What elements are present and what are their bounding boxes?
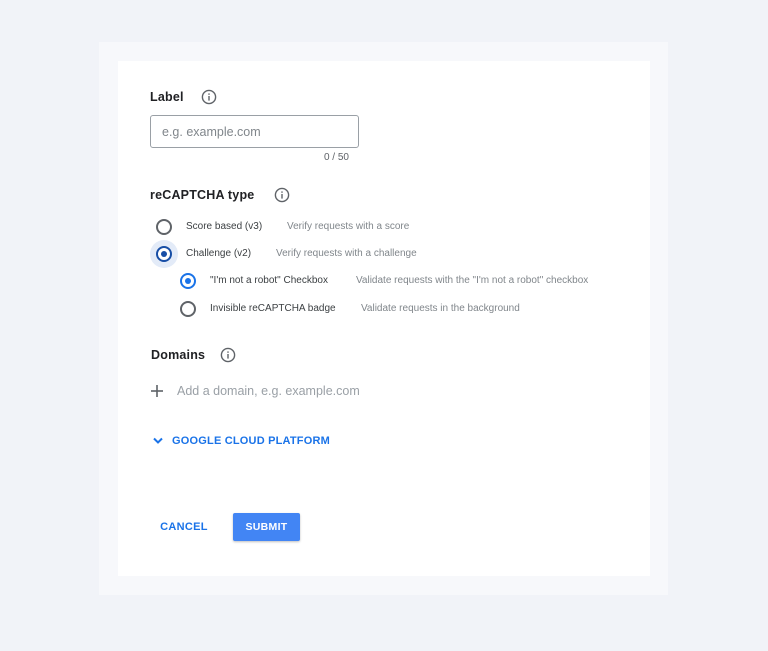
domains-title: Domains — [151, 348, 206, 362]
radio-option-label: Invisible reCAPTCHA badge — [210, 303, 336, 314]
radio-option-description: Validate requests with the "I'm not a ro… — [356, 275, 589, 286]
radio-option-description: Verify requests with a challenge — [276, 248, 417, 259]
radio-option-label: Score based (v3) — [186, 221, 263, 232]
radio-button[interactable] — [180, 301, 196, 317]
plus-icon[interactable] — [150, 384, 164, 398]
label-input[interactable] — [150, 115, 359, 148]
add-domain-placeholder[interactable]: Add a domain, e.g. example.com — [177, 384, 360, 398]
recaptcha-type-title: reCAPTCHA type — [150, 188, 255, 202]
radio-button[interactable] — [180, 273, 196, 289]
submit-button[interactable]: SUBMIT — [233, 513, 300, 541]
radio-option-label: "I'm not a robot" Checkbox — [210, 275, 328, 286]
radio-option-description: Validate requests in the background — [361, 303, 520, 314]
info-icon[interactable] — [274, 187, 290, 203]
radio-button[interactable] — [156, 246, 172, 262]
radio-button[interactable] — [156, 219, 172, 235]
chevron-down-icon — [153, 437, 163, 444]
label-section-title: Label — [150, 90, 184, 104]
character-counter: 0 / 50 — [323, 152, 349, 163]
google-cloud-platform-label: GOOGLE CLOUD PLATFORM — [172, 435, 330, 447]
info-icon[interactable] — [220, 347, 236, 363]
cancel-button[interactable]: CANCEL — [152, 514, 216, 540]
radio-option-description: Verify requests with a score — [287, 221, 410, 232]
radio-option-label: Challenge (v2) — [186, 248, 252, 259]
info-icon[interactable] — [201, 89, 217, 105]
